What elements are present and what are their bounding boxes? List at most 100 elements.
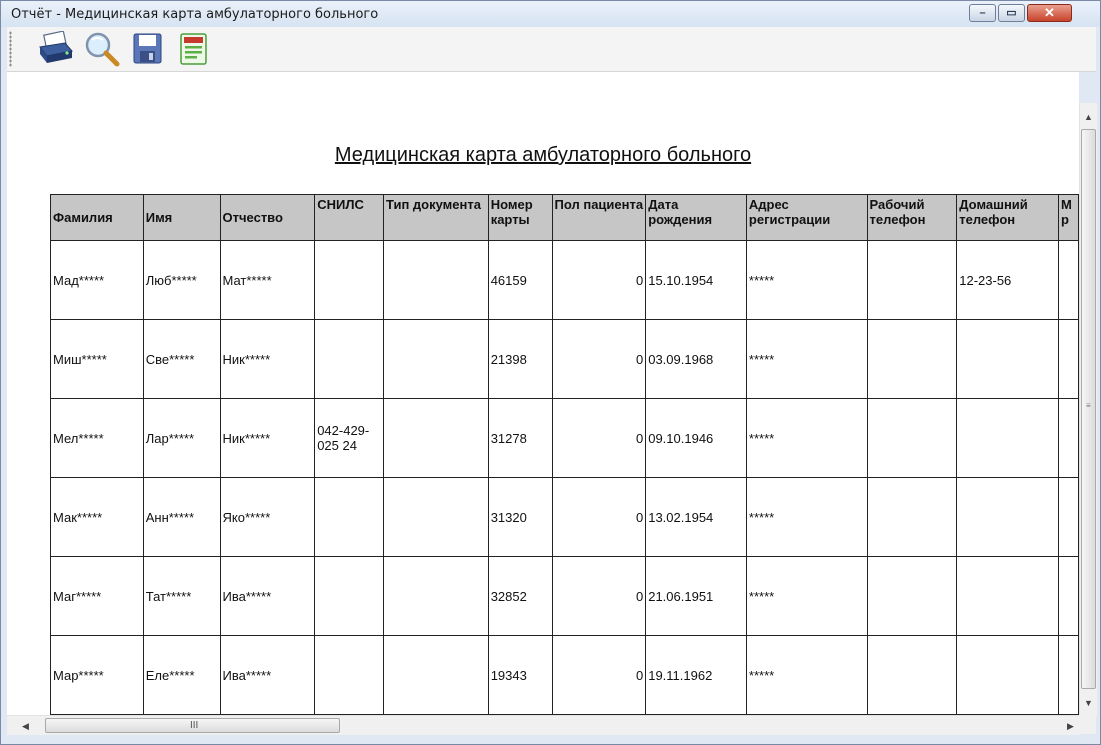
table-cell: 19343 [487,635,553,715]
scrollbar-corner [1079,715,1096,734]
table-cell: 0 [551,240,647,320]
table-cell: 21.06.1951 [645,556,747,636]
table-cell: 46159 [487,240,553,320]
scroll-grip-icon: III [190,720,199,731]
table-cell: 19.11.1962 [645,635,747,715]
scroll-right-icon[interactable]: ▶ [1062,718,1079,734]
column-header: Отчество [219,194,316,241]
table-cell: Мар***** [50,635,144,715]
scroll-up-icon[interactable]: ▲ [1080,109,1097,125]
table-cell [1057,635,1079,715]
table-cell: ***** [745,635,868,715]
save-disk-icon [133,33,162,64]
vertical-scrollbar[interactable]: ▲ ≡ ▼ [1079,103,1097,715]
table-cell [314,240,385,320]
close-button[interactable]: ✕ [1027,4,1072,22]
table-cell: ***** [745,240,868,320]
table-cell [383,556,489,636]
table-cell: ***** [745,319,868,399]
toolbar [7,27,1096,72]
column-header: Тип документа [383,194,489,241]
report-window: Отчёт - Медицинская карта амбулаторного … [0,0,1101,745]
table-cell: 15.10.1954 [645,240,747,320]
table-cell [314,635,385,715]
minimize-icon: – [979,7,986,19]
table-cell: 0 [551,319,647,399]
horizontal-scrollbar[interactable]: ◀ III ▶ [7,715,1079,735]
table-cell [314,477,385,557]
table-cell: Ива***** [219,556,316,636]
table-cell: Тат***** [142,556,221,636]
column-header: Дата рождения [645,194,747,241]
table-cell [956,319,1059,399]
table-cell [1057,240,1079,320]
table-cell: 0 [551,556,647,636]
table-cell: 03.09.1968 [645,319,747,399]
table-cell [866,556,958,636]
title-bar[interactable]: Отчёт - Медицинская карта амбулаторного … [1,1,1100,27]
table-cell: Анн***** [142,477,221,557]
close-icon: ✕ [1044,5,1055,20]
table-cell: Мат***** [219,240,316,320]
report-view: Медицинская карта амбулаторного больного… [7,72,1079,715]
table-cell: 21398 [487,319,553,399]
toolbar-grip[interactable] [9,31,12,67]
table-cell [956,556,1059,636]
table-cell: Еле***** [142,635,221,715]
column-header: Имя [142,194,221,241]
table-cell [383,477,489,557]
table-cell [956,635,1059,715]
column-header: Домашний телефон [956,194,1059,241]
table-cell: ***** [745,556,868,636]
table-row: Мел***** Лар***** Ник***** 042-429-025 2… [50,398,1079,478]
table-cell [866,319,958,399]
table-cell: ***** [745,477,868,557]
horizontal-scroll-thumb[interactable]: III [45,718,340,733]
scroll-down-icon[interactable]: ▼ [1080,695,1097,711]
table-cell [866,240,958,320]
vertical-scroll-thumb[interactable]: ≡ [1081,129,1096,689]
table-cell: 13.02.1954 [645,477,747,557]
column-header: Рабочий телефон [866,194,958,241]
maximize-button[interactable]: ▭ [998,4,1025,22]
table-row: Мак***** Анн***** Яко***** 31320 0 13.02… [50,477,1079,557]
table-cell: Мад***** [50,240,144,320]
maximize-icon: ▭ [1006,7,1017,19]
table-cell: 32852 [487,556,553,636]
table-cell [1057,319,1079,399]
table-cell: 0 [551,477,647,557]
table-cell: 09.10.1946 [645,398,747,478]
export-document-icon [180,33,207,65]
export-button[interactable] [174,31,212,67]
scroll-grip-icon: ≡ [1086,401,1091,410]
table-cell [1057,477,1079,557]
table-cell: Мак***** [50,477,144,557]
preview-magnifier-icon [85,32,120,67]
table-row: Мар***** Еле***** Ива***** 19343 0 19.11… [50,635,1079,715]
save-button[interactable] [128,31,166,67]
table-cell: Све***** [142,319,221,399]
print-button[interactable] [37,30,75,67]
table-cell [866,477,958,557]
table-row: Миш***** Све***** Ник***** 21398 0 03.09… [50,319,1079,399]
column-header: М р [1057,194,1079,241]
table-cell: Маг***** [50,556,144,636]
scroll-left-icon[interactable]: ◀ [17,718,34,734]
table-cell [956,398,1059,478]
table-cell: 0 [551,635,647,715]
column-header: Адрес регистрации [745,194,868,241]
window-title: Отчёт - Медицинская карта амбулаторного … [11,7,379,22]
table-cell: ***** [745,398,868,478]
table-cell: 042-429-025 24 [314,398,385,478]
table-cell [314,556,385,636]
preview-button[interactable] [83,31,121,67]
report-table: Фамилия Имя Отчество СНИЛС Тип документа… [50,194,1079,715]
minimize-button[interactable]: – [969,4,996,22]
table-cell [383,635,489,715]
table-cell: 31278 [487,398,553,478]
table-cell [383,398,489,478]
table-cell [383,319,489,399]
table-cell: Яко***** [219,477,316,557]
table-cell [314,319,385,399]
table-cell: Лар***** [142,398,221,478]
